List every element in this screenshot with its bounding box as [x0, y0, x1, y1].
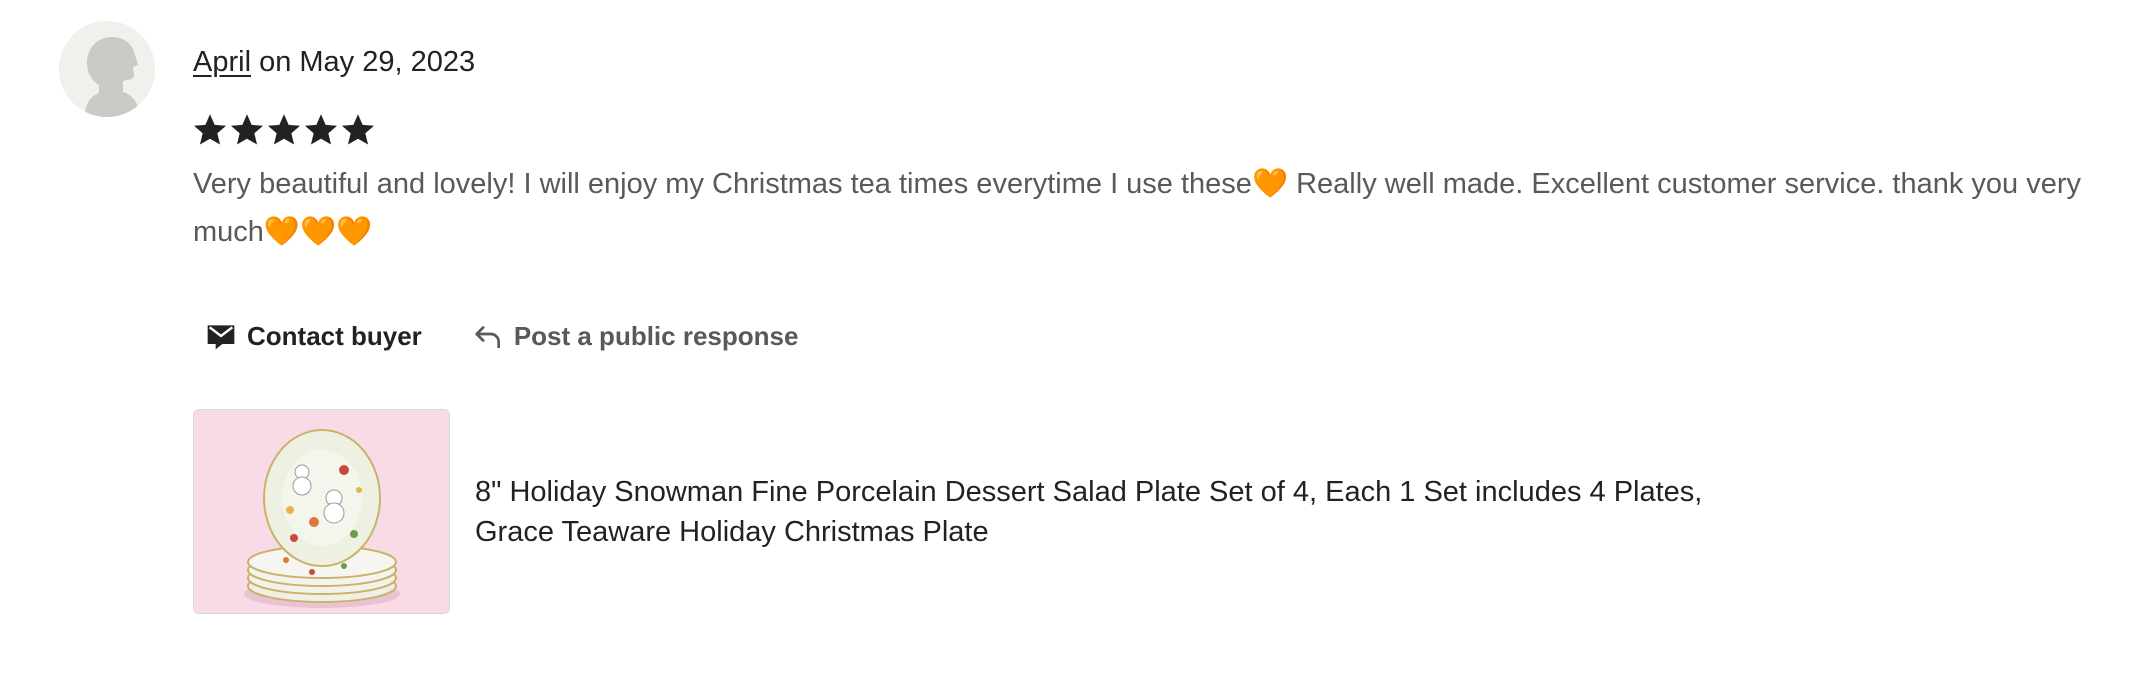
review-card: April on May 29, 2023 Very beautiful and… — [0, 0, 2140, 696]
review-text: Very beautiful and lovely! I will enjoy … — [193, 168, 2082, 248]
post-public-response-button[interactable]: Post a public response — [472, 316, 799, 356]
product-title-link[interactable]: 8" Holiday Snowman Fine Porcelain Desser… — [475, 472, 1735, 552]
star-icon — [229, 112, 265, 148]
avatar[interactable] — [59, 21, 155, 117]
star-rating — [192, 112, 376, 148]
default-user-silhouette-icon — [59, 21, 155, 117]
review-byline: April on May 29, 2023 — [193, 44, 475, 80]
plate-set-image — [194, 410, 449, 613]
reply-arrow-icon — [472, 320, 504, 352]
product-thumbnail[interactable] — [193, 409, 450, 614]
reviewed-product: 8" Holiday Snowman Fine Porcelain Desser… — [193, 409, 1735, 614]
review-actions: Contact buyer Post a public response — [205, 316, 798, 356]
contact-buyer-button[interactable]: Contact buyer — [205, 316, 422, 356]
contact-buyer-label: Contact buyer — [247, 321, 422, 351]
post-public-response-label: Post a public response — [513, 321, 799, 351]
review-date: on May 29, 2023 — [251, 46, 476, 78]
star-icon — [266, 112, 302, 148]
author-link[interactable]: April — [193, 46, 251, 78]
star-icon — [192, 112, 228, 148]
envelope-icon — [205, 320, 237, 352]
star-icon — [340, 112, 376, 148]
star-icon — [303, 112, 339, 148]
